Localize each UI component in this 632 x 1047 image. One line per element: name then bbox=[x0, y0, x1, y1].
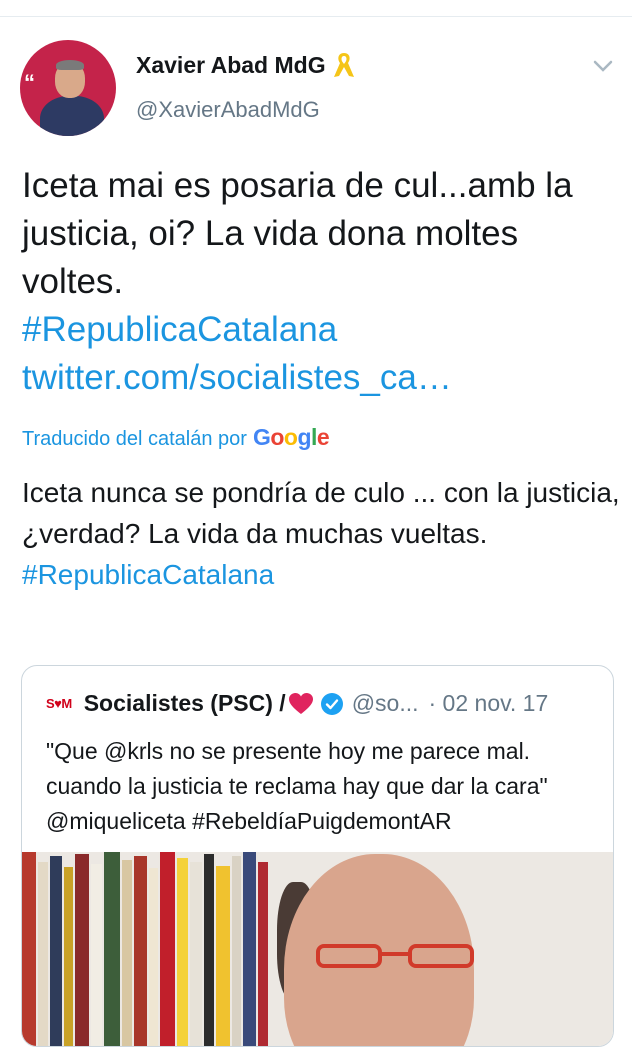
quoted-display-name[interactable]: Socialistes (PSC) / bbox=[84, 690, 286, 717]
yellow-ribbon-icon bbox=[333, 53, 354, 77]
psc-logo: S♥M bbox=[46, 696, 72, 711]
translation-attribution: Traducido del catalán por Google bbox=[22, 424, 330, 451]
verified-badge-icon bbox=[320, 692, 343, 715]
quoted-tweet-photo[interactable] bbox=[22, 852, 613, 1046]
tweet-body: Iceta mai es posaria de cul...amb la jus… bbox=[22, 166, 573, 301]
tweet-hashtag-link[interactable]: #RepublicaCatalana bbox=[22, 310, 337, 349]
quoted-tweet-text: "Que @krls no se presente hoy me parece … bbox=[46, 738, 548, 834]
quoted-date[interactable]: · 02 nov. 17 bbox=[429, 690, 549, 717]
author-handle[interactable]: @XavierAbadMdG bbox=[136, 97, 320, 123]
translation-body: Iceta nunca se pondría de culo ... con l… bbox=[22, 477, 620, 549]
author-display-name-row[interactable]: Xavier Abad MdG bbox=[136, 50, 358, 80]
author-avatar[interactable]: “ bbox=[20, 40, 116, 136]
chevron-down-icon[interactable] bbox=[590, 56, 616, 76]
author-display-name[interactable]: Xavier Abad MdG bbox=[136, 52, 326, 79]
top-divider bbox=[0, 16, 632, 17]
tweet-text: Iceta mai es posaria de cul...amb la jus… bbox=[22, 162, 622, 402]
translation-text: Iceta nunca se pondría de culo ... con l… bbox=[22, 472, 622, 595]
red-heart-icon bbox=[288, 692, 313, 714]
translation-label: Traducido del catalán por bbox=[22, 428, 247, 450]
quoted-handle[interactable]: @so... bbox=[352, 690, 419, 717]
glasses bbox=[316, 944, 474, 968]
tweet-url-link[interactable]: twitter.com/socialistes_ca… bbox=[22, 358, 452, 397]
translation-hashtag-link[interactable]: #RepublicaCatalana bbox=[22, 559, 274, 590]
quoted-tweet-header: S♥M Socialistes (PSC) / @so... · 02 nov.… bbox=[46, 690, 597, 717]
quoted-tweet-card[interactable]: S♥M Socialistes (PSC) / @so... · 02 nov.… bbox=[21, 665, 614, 1047]
google-logo: Google bbox=[252, 424, 330, 450]
